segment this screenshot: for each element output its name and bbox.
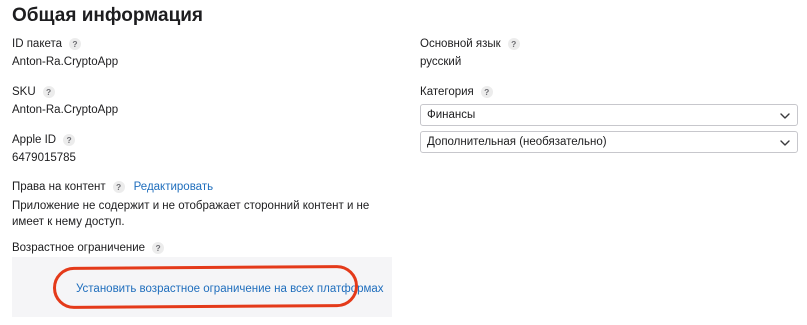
primary-category-select[interactable]: Финансы [420,104,798,126]
primary-language-label: Основной язык [420,38,501,50]
primary-language-value: русский [420,56,462,68]
secondary-category-select[interactable]: Дополнительная (необязательно) [420,131,798,153]
chevron-down-icon [780,113,790,119]
content-rights-label: Права на контент [12,181,106,193]
help-icon[interactable]: ? [152,242,165,254]
sku-label-row: SKU ? [12,86,55,98]
age-rating-label-row: Возрастное ограничение ? [12,242,165,254]
content-rights-label-row: Права на контент ? Редактировать [12,181,213,193]
bundle-id-label-row: ID пакета ? [12,38,82,50]
category-label: Категория [420,86,474,98]
sku-value: Anton-Ra.CryptoApp [12,104,119,116]
apple-id-label-row: Apple ID ? [12,134,76,146]
category-label-row: Категория ? [420,86,493,98]
chevron-down-icon [780,140,790,146]
section-title: Общая информация [12,5,204,26]
highlight-annotation [52,264,359,310]
help-icon[interactable]: ? [42,86,55,98]
primary-language-label-row: Основной язык ? [420,38,520,50]
help-icon[interactable]: ? [69,38,82,50]
help-icon[interactable]: ? [112,181,125,193]
apple-id-value: 6479015785 [12,152,76,164]
edit-content-rights-link[interactable]: Редактировать [134,181,213,193]
primary-category-value: Финансы [427,109,476,121]
help-icon[interactable]: ? [63,134,76,146]
bundle-id-value: Anton-Ra.CryptoApp [12,56,119,68]
bundle-id-label: ID пакета [12,38,63,50]
sku-label: SKU [12,86,36,98]
help-icon[interactable]: ? [507,38,520,50]
help-icon[interactable]: ? [480,86,493,98]
age-rating-label: Возрастное ограничение [12,242,146,254]
secondary-category-value: Дополнительная (необязательно) [427,136,607,148]
content-rights-description: Приложение не содержит и не отображает с… [12,200,370,228]
apple-id-label: Apple ID [12,134,57,146]
